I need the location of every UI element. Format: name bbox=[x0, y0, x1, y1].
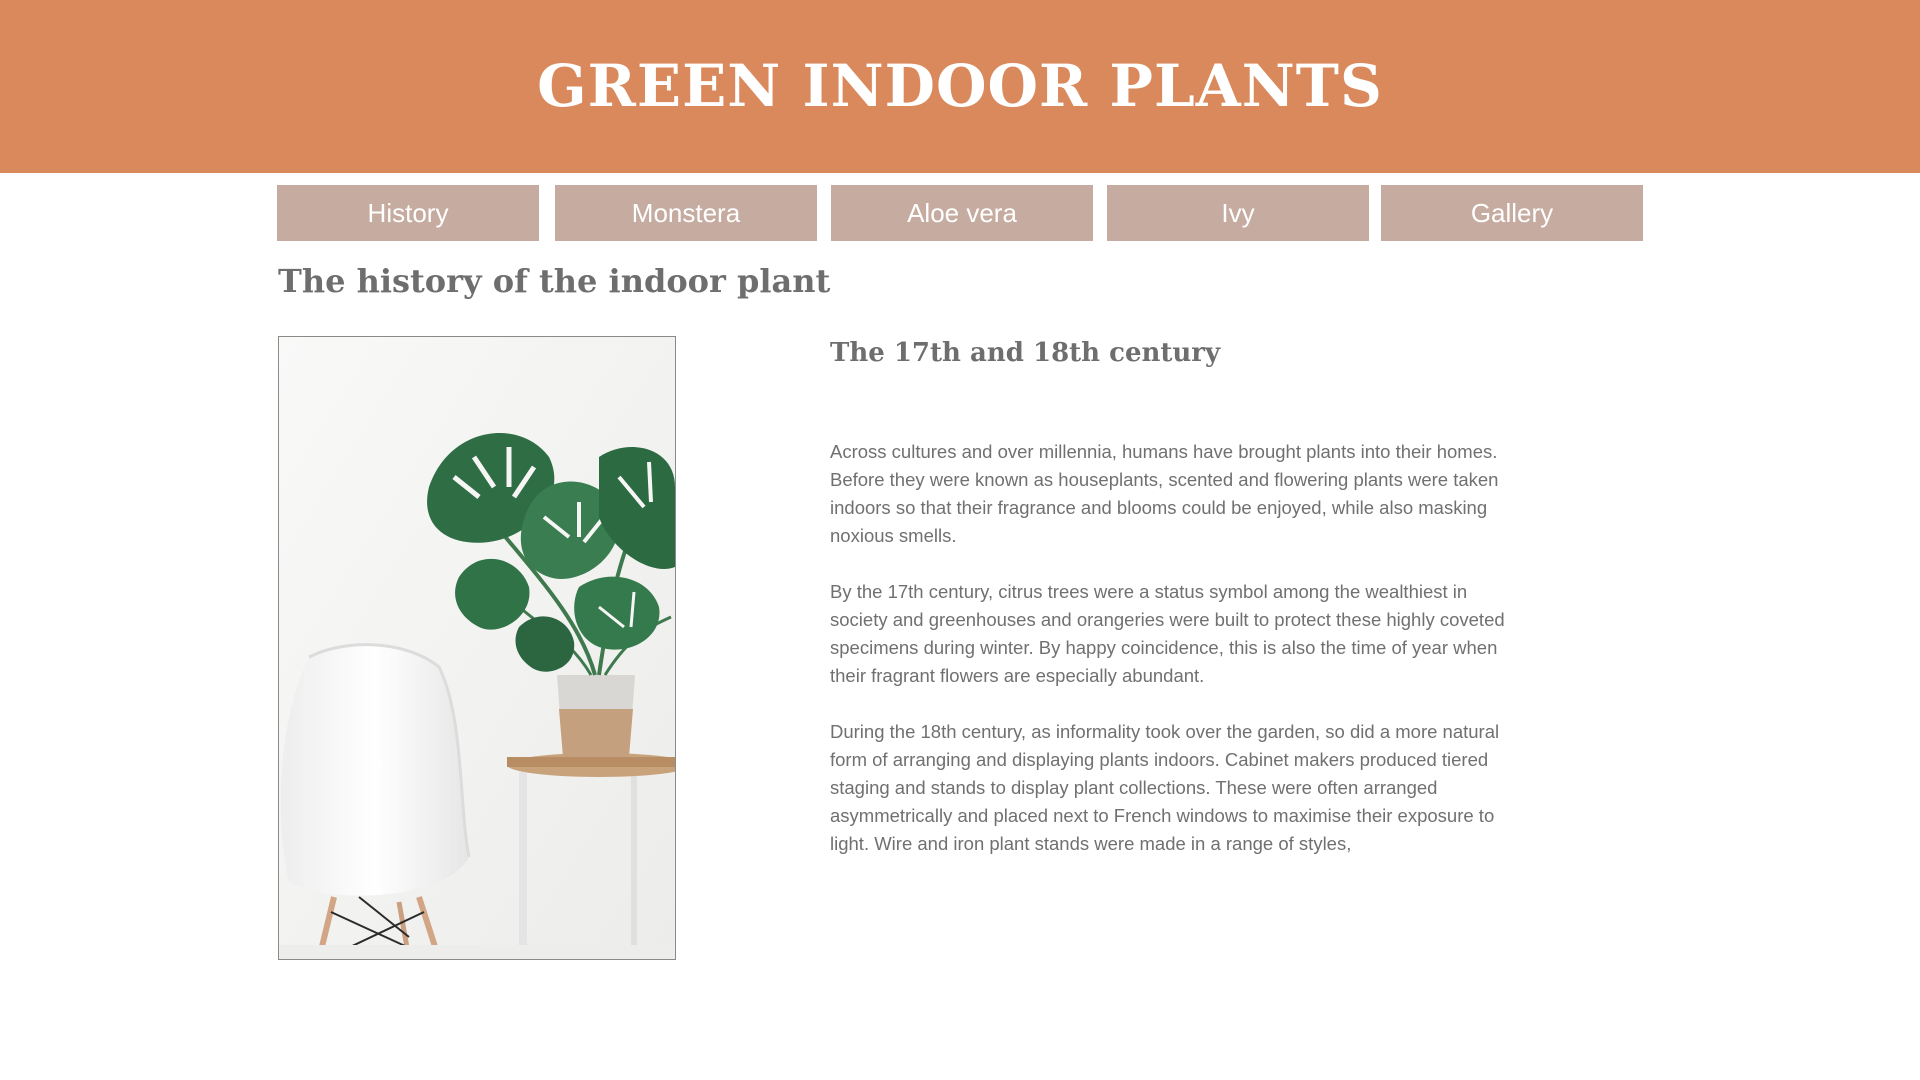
nav-gallery-button[interactable]: Gallery bbox=[1381, 185, 1643, 241]
site-title: GREEN INDOOR PLANTS bbox=[537, 51, 1383, 120]
nav-aloe-vera-button[interactable]: Aloe vera bbox=[831, 185, 1093, 241]
paragraph: Across cultures and over millennia, huma… bbox=[830, 441, 1499, 546]
article-body: Across cultures and over millennia, huma… bbox=[830, 438, 1510, 886]
section-heading: The 17th and 18th century bbox=[830, 338, 1221, 368]
nav-monstera-button[interactable]: Monstera bbox=[555, 185, 817, 241]
nav-ivy-button[interactable]: Ivy bbox=[1107, 185, 1369, 241]
paragraph: During the 18th century, as informality … bbox=[830, 721, 1500, 854]
nav-history-button[interactable]: History bbox=[277, 185, 539, 241]
paragraph: By the 17th century, citrus trees were a… bbox=[830, 581, 1505, 686]
plant-photo bbox=[278, 336, 676, 960]
page-heading: The history of the indoor plant bbox=[278, 262, 831, 300]
site-header: GREEN INDOOR PLANTS bbox=[0, 0, 1920, 173]
